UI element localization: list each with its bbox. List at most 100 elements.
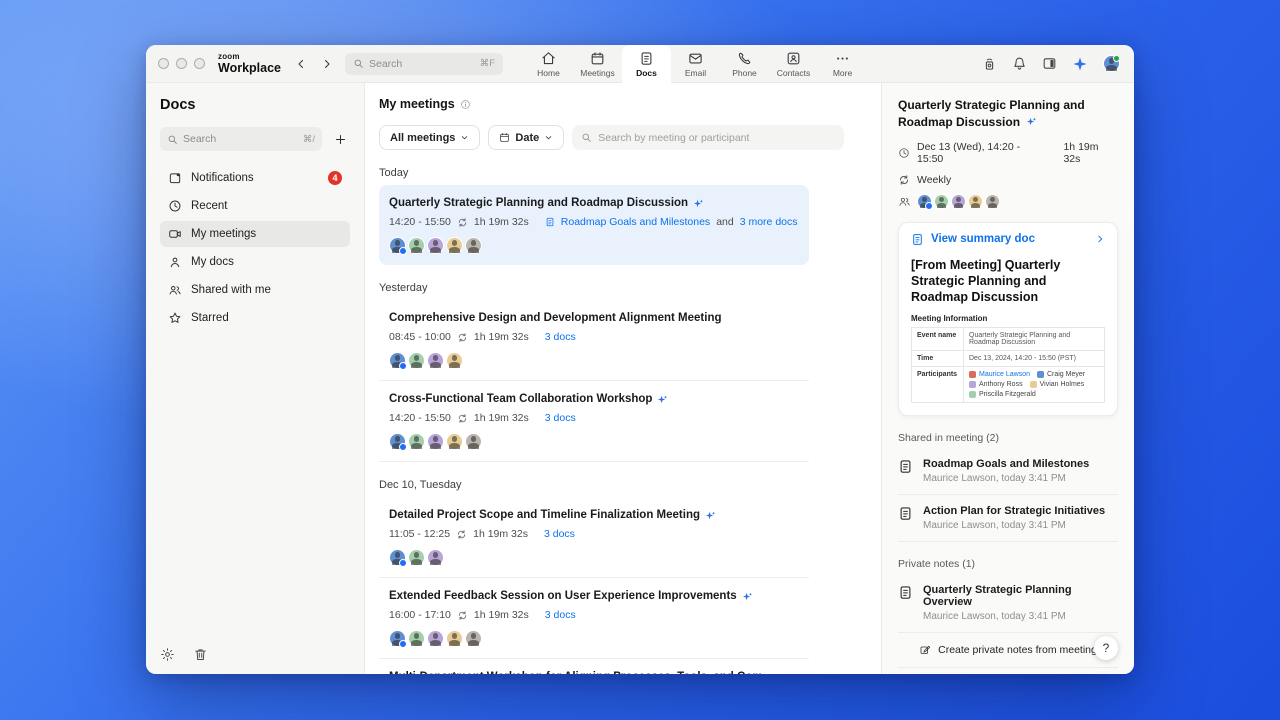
global-search[interactable]: ⌘F <box>345 52 503 75</box>
sidebar-item-starred[interactable]: Starred <box>160 305 350 331</box>
forward-button[interactable] <box>321 58 333 70</box>
brand-zoom: zoom <box>218 51 240 61</box>
host-badge <box>399 640 407 648</box>
avatar <box>968 193 983 209</box>
recurring-icon <box>457 332 468 343</box>
sidebar-item-my-docs[interactable]: My docs <box>160 249 350 275</box>
participant-avatars <box>898 193 1118 210</box>
global-search-input[interactable] <box>369 57 449 70</box>
chevron-down-icon <box>460 133 469 142</box>
more-docs-link[interactable]: 3 more docs <box>740 216 798 228</box>
docs-search[interactable]: ⌘/ <box>160 127 322 151</box>
new-doc-button[interactable] <box>330 129 350 149</box>
back-button[interactable] <box>295 58 307 70</box>
minimize-window-button[interactable] <box>176 58 187 69</box>
docs-count-link[interactable]: 3 docs <box>545 331 576 343</box>
calendar-icon <box>499 132 510 143</box>
avatar <box>408 237 425 254</box>
docs-count-link[interactable]: 3 docs <box>544 528 575 540</box>
gear-icon[interactable] <box>160 647 175 662</box>
docs-count-link[interactable]: 3 docs <box>545 412 576 424</box>
recurring-icon <box>457 610 468 621</box>
avatar <box>446 433 463 450</box>
more-dots-icon <box>835 51 850 66</box>
meeting-row[interactable]: Comprehensive Design and Development Ali… <box>379 300 809 381</box>
sidebar-item-my-meetings[interactable]: My meetings <box>160 221 350 247</box>
ai-companion-icon[interactable] <box>1072 56 1088 72</box>
tab-docs[interactable]: Docs <box>622 45 671 83</box>
host-badge <box>399 362 407 370</box>
participant-chip: Anthony Ross <box>969 380 1023 388</box>
meeting-row[interactable]: Cross-Functional Team Collaboration Work… <box>379 381 809 462</box>
participant-chip: Priscilla Fitzgerald <box>969 390 1036 398</box>
people-icon <box>898 195 911 208</box>
avatar <box>389 433 407 451</box>
maximize-window-button[interactable] <box>194 58 205 69</box>
participant-avatars <box>389 433 799 451</box>
tab-phone[interactable]: Phone <box>720 45 769 83</box>
participant-avatars <box>389 352 799 370</box>
ai-sparkle-icon <box>742 591 753 602</box>
meeting-row[interactable]: Extended Feedback Session on User Experi… <box>379 578 809 659</box>
meeting-row[interactable]: Multi-Department Workshop for Aligning P… <box>379 659 809 674</box>
person-icon <box>168 255 182 269</box>
view-summary-doc-link[interactable]: View summary doc <box>911 233 1105 246</box>
docs-search-input[interactable] <box>183 133 253 145</box>
avatar <box>934 193 949 209</box>
avatar <box>389 352 407 370</box>
tab-email[interactable]: Email <box>671 45 720 83</box>
info-icon[interactable] <box>460 99 471 110</box>
tab-home[interactable]: Home <box>524 45 573 83</box>
meeting-detail-title: Quarterly Strategic Planning and Roadmap… <box>898 98 1085 130</box>
private-note-item[interactable]: Quarterly Strategic Planning Overview Ma… <box>898 574 1118 633</box>
phone-icon <box>737 51 752 66</box>
doc-link[interactable]: Roadmap Goals and Milestones <box>561 216 710 228</box>
avatar <box>427 630 444 647</box>
page-title: Docs <box>160 97 196 113</box>
help-button[interactable]: ? <box>1094 636 1118 660</box>
meeting-search[interactable] <box>572 125 845 150</box>
shared-doc-item[interactable]: Roadmap Goals and Milestones Maurice Law… <box>898 448 1118 495</box>
panel-toggle-icon[interactable] <box>1042 56 1057 71</box>
ai-sparkle-icon <box>705 510 716 521</box>
avatar <box>408 549 425 566</box>
connect-device-icon[interactable] <box>982 56 997 71</box>
search-icon <box>581 132 592 143</box>
ai-sparkle-icon <box>693 198 704 209</box>
avatar <box>985 193 1000 209</box>
avatar <box>389 549 407 567</box>
meeting-row[interactable]: Detailed Project Scope and Timeline Fina… <box>379 497 809 578</box>
all-meetings-filter[interactable]: All meetings <box>379 125 481 150</box>
tab-contacts[interactable]: Contacts <box>769 45 818 83</box>
avatar <box>389 237 407 255</box>
tab-meetings[interactable]: Meetings <box>573 45 622 83</box>
sidebar-item-shared-with-me[interactable]: Shared with me <box>160 277 350 303</box>
sidebar-item-notifications[interactable]: Notifications 4 <box>160 165 350 191</box>
meeting-row[interactable]: Quarterly Strategic Planning and Roadmap… <box>379 185 809 265</box>
sidebar-item-recent[interactable]: Recent <box>160 193 350 219</box>
shared-doc-item[interactable]: Action Plan for Strategic Initiatives Ma… <box>898 495 1118 542</box>
user-avatar[interactable] <box>1103 55 1120 72</box>
doc-icon <box>898 506 913 521</box>
chevron-right-icon <box>1095 234 1105 244</box>
summary-doc-card[interactable]: View summary doc [From Meeting] Quarterl… <box>898 221 1118 416</box>
notifications-icon <box>168 171 182 185</box>
section-title: My meetings <box>379 97 455 111</box>
trash-icon[interactable] <box>193 647 208 662</box>
online-status-dot <box>1113 55 1120 62</box>
docs-count-link[interactable]: 3 docs <box>545 609 576 621</box>
docs-sidebar: Docs ⌘/ Notifications 4 <box>146 83 365 674</box>
tab-more[interactable]: More <box>818 45 867 83</box>
recurring-icon <box>457 413 468 424</box>
calendar-icon <box>590 51 605 66</box>
recurrence-label: Weekly <box>917 173 952 186</box>
create-private-notes-button[interactable]: Create private notes from meeting <box>898 633 1118 668</box>
avatar <box>969 390 976 398</box>
pencil-square-icon <box>919 644 931 656</box>
meeting-search-input[interactable] <box>598 131 836 144</box>
bell-icon[interactable] <box>1012 56 1027 71</box>
close-window-button[interactable] <box>158 58 169 69</box>
private-notes-header: Private notes (1) <box>898 557 976 570</box>
date-filter[interactable]: Date <box>488 125 565 150</box>
question-icon: ? <box>1102 641 1110 655</box>
